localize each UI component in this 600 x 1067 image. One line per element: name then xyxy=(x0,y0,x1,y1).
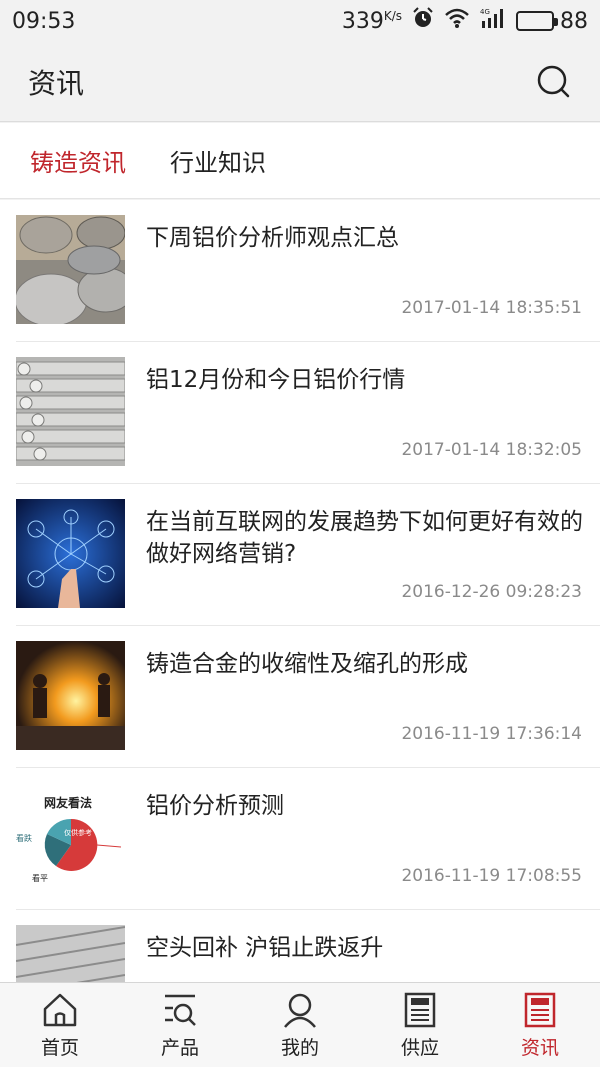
wifi-icon xyxy=(444,7,470,35)
list-item[interactable]: 空头回补 沪铝止跌返升 xyxy=(16,910,600,982)
nav-products[interactable]: 产品 xyxy=(120,990,240,1060)
page-title: 资讯 xyxy=(28,66,85,100)
list-item[interactable]: 网友看法 仅供参考 看跌 看平 铝价分析预测 2016-11-19 17:08:… xyxy=(16,768,600,910)
news-title: 空头回补 沪铝止跌返升 xyxy=(146,935,384,961)
network-type-label: 4G xyxy=(480,8,490,16)
battery-indicator: 88 xyxy=(516,9,588,34)
news-title: 下周铝价分析师观点汇总 xyxy=(146,225,399,251)
app-header: 资讯 xyxy=(0,42,600,122)
status-time: 09:53 xyxy=(12,8,76,34)
bottom-nav: 首页 产品 我的 供应 资讯 xyxy=(0,982,600,1067)
news-thumbnail xyxy=(16,641,125,750)
nav-label: 产品 xyxy=(160,1037,199,1059)
nav-supply[interactable]: 供应 xyxy=(360,990,480,1060)
status-icons: 339K/s 4G 88 xyxy=(342,7,588,35)
pie-bottom-label: 看平 xyxy=(32,874,48,883)
nav-home[interactable]: 首页 xyxy=(0,990,120,1060)
category-tabs: 铸造资讯 行业知识 xyxy=(0,123,600,199)
alarm-icon xyxy=(412,7,434,35)
home-icon xyxy=(40,990,80,1030)
news-thumbnail xyxy=(16,925,125,982)
news-date: 2016-11-19 17:08:55 xyxy=(401,866,582,886)
signal-icon: 4G xyxy=(480,7,506,35)
nav-label: 供应 xyxy=(400,1037,439,1059)
list-item[interactable]: 铝12月份和今日铝价行情 2017-01-14 18:32:05 xyxy=(16,342,600,484)
nav-label: 我的 xyxy=(280,1037,319,1059)
network-speed: 339K/s xyxy=(342,9,402,34)
nav-news[interactable]: 资讯 xyxy=(480,990,600,1060)
pie-heading: 网友看法 xyxy=(44,795,92,810)
speed-value: 339 xyxy=(341,8,384,34)
battery-level: 88 xyxy=(560,8,588,34)
speed-unit: K/s xyxy=(383,8,402,23)
news-title: 在当前互联网的发展趋势下如何更好有效的做好网络营销? xyxy=(146,509,583,567)
status-bar: 09:53 339K/s 4G 88 xyxy=(0,0,600,42)
supply-doc-icon xyxy=(400,990,440,1030)
news-doc-icon xyxy=(520,990,560,1030)
list-item[interactable]: 铸造合金的收缩性及缩孔的形成 2016-11-19 17:36:14 xyxy=(16,626,600,768)
tab-casting-news[interactable]: 铸造资讯 xyxy=(30,143,126,178)
nav-mine[interactable]: 我的 xyxy=(240,990,360,1060)
news-title: 铸造合金的收缩性及缩孔的形成 xyxy=(146,651,468,677)
product-search-icon xyxy=(160,990,200,1030)
news-list: 下周铝价分析师观点汇总 2017-01-14 18:35:51 铝12月份和今日… xyxy=(0,200,600,982)
news-date: 2017-01-14 18:35:51 xyxy=(401,298,582,318)
pie-center-label: 仅供参考 xyxy=(64,828,92,837)
news-title: 铝价分析预测 xyxy=(146,793,284,819)
news-thumbnail xyxy=(16,499,125,608)
nav-label: 首页 xyxy=(40,1037,79,1059)
tab-industry-knowledge[interactable]: 行业知识 xyxy=(170,143,266,178)
news-date: 2016-11-19 17:36:14 xyxy=(401,724,582,744)
list-item[interactable]: 在当前互联网的发展趋势下如何更好有效的做好网络营销? 2016-12-26 09… xyxy=(16,484,600,626)
news-thumbnail xyxy=(16,215,125,324)
news-date: 2016-12-26 09:28:23 xyxy=(401,582,582,602)
search-icon xyxy=(537,65,570,97)
news-date: 2017-01-14 18:32:05 xyxy=(401,440,582,460)
user-icon xyxy=(280,990,320,1030)
news-thumbnail: 网友看法 仅供参考 看跌 看平 xyxy=(16,783,125,892)
news-title: 铝12月份和今日铝价行情 xyxy=(146,367,406,393)
news-thumbnail xyxy=(16,357,125,466)
list-item[interactable]: 下周铝价分析师观点汇总 2017-01-14 18:35:51 xyxy=(16,200,600,342)
search-button[interactable] xyxy=(534,62,574,102)
nav-label: 资讯 xyxy=(520,1037,559,1059)
pie-left-label: 看跌 xyxy=(16,833,32,843)
battery-icon xyxy=(516,11,558,31)
